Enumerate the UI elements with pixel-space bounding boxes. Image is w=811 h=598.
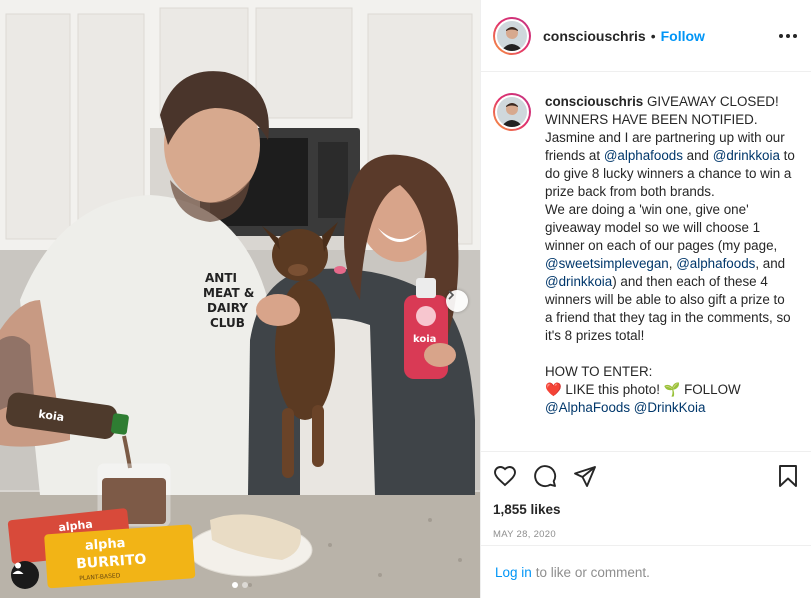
user-tag-icon <box>12 562 24 574</box>
sprout-emoji: 🌱 <box>663 382 681 397</box>
shirt-text-4: CLUB <box>210 316 245 330</box>
likes-count[interactable]: 1,855 likes <box>493 502 800 517</box>
mention-sweetsimplevegan[interactable]: @sweetsimplevegan <box>545 256 669 271</box>
mention-alphafoods[interactable]: @alphafoods <box>604 148 683 163</box>
heart-icon[interactable] <box>493 464 517 488</box>
more-options-icon[interactable] <box>779 33 797 38</box>
carousel-indicator <box>0 582 480 588</box>
login-prompt-text: to like or comment. <box>535 564 650 580</box>
next-arrow-icon <box>448 290 455 300</box>
avatar-image <box>497 20 527 51</box>
login-bar: Log in to like or comment. <box>481 545 811 598</box>
caption-text-segment: LIKE this photo! <box>561 382 664 397</box>
caption-text-segment: and <box>682 148 713 163</box>
caption-text: consciouschris GIVEAWAY CLOSED! WINNERS … <box>545 93 795 417</box>
caption-cut-line[interactable]: @AlphaFoods @DrinkKoia <box>545 400 705 415</box>
carousel-next-button[interactable] <box>446 290 468 312</box>
login-link[interactable]: Log in <box>495 565 532 580</box>
caption-text-segment: We are doing a 'win one, give one' givea… <box>545 202 778 253</box>
comment-icon[interactable] <box>533 464 557 488</box>
mention-alphafoods-2[interactable]: @alphafoods <box>676 256 755 271</box>
carousel-dot-2 <box>242 582 248 588</box>
header-avatar[interactable] <box>493 16 531 55</box>
mention-drinkkoia[interactable]: @drinkkoia <box>713 148 780 163</box>
photo-scene: ANTI MEAT & DAIRY CLUB koia koia alpha a… <box>0 0 480 598</box>
caption-section: consciouschris GIVEAWAY CLOSED! WINNERS … <box>481 73 811 451</box>
post-date[interactable]: MAY 28, 2020 <box>493 529 800 540</box>
carousel-dot-1 <box>232 582 238 588</box>
caption-text-segment: FOLLOW <box>680 382 741 397</box>
pink-bottle-label: koia <box>413 334 436 345</box>
post-photo[interactable]: ANTI MEAT & DAIRY CLUB koia koia alpha a… <box>0 0 480 598</box>
caption-text-segment: , and <box>755 256 786 271</box>
bookmark-icon[interactable] <box>776 464 800 488</box>
avatar-image <box>497 97 527 127</box>
shirt-text-1: ANTI <box>205 271 237 285</box>
caption-username[interactable]: consciouschris <box>545 94 643 109</box>
post-header: consciouschris • Follow <box>481 0 811 72</box>
header-separator: • <box>650 27 656 44</box>
wrapper-brand: alpha <box>84 536 126 554</box>
post-details-panel: consciouschris • Follow consciouschris G… <box>480 0 811 598</box>
heart-emoji: ❤️ <box>545 382 562 397</box>
follow-button[interactable]: Follow <box>661 28 705 44</box>
shirt-text-3: DAIRY <box>207 301 248 315</box>
caption-avatar[interactable] <box>493 93 531 131</box>
mention-drinkkoia-2[interactable]: @drinkkoia <box>545 274 612 289</box>
share-icon[interactable] <box>573 464 597 488</box>
post-actions: 1,855 likes MAY 28, 2020 <box>481 451 811 540</box>
shirt-text-2: MEAT & <box>203 286 254 300</box>
header-username[interactable]: consciouschris <box>543 28 646 44</box>
how-to-enter-heading: HOW TO ENTER: <box>545 364 653 379</box>
